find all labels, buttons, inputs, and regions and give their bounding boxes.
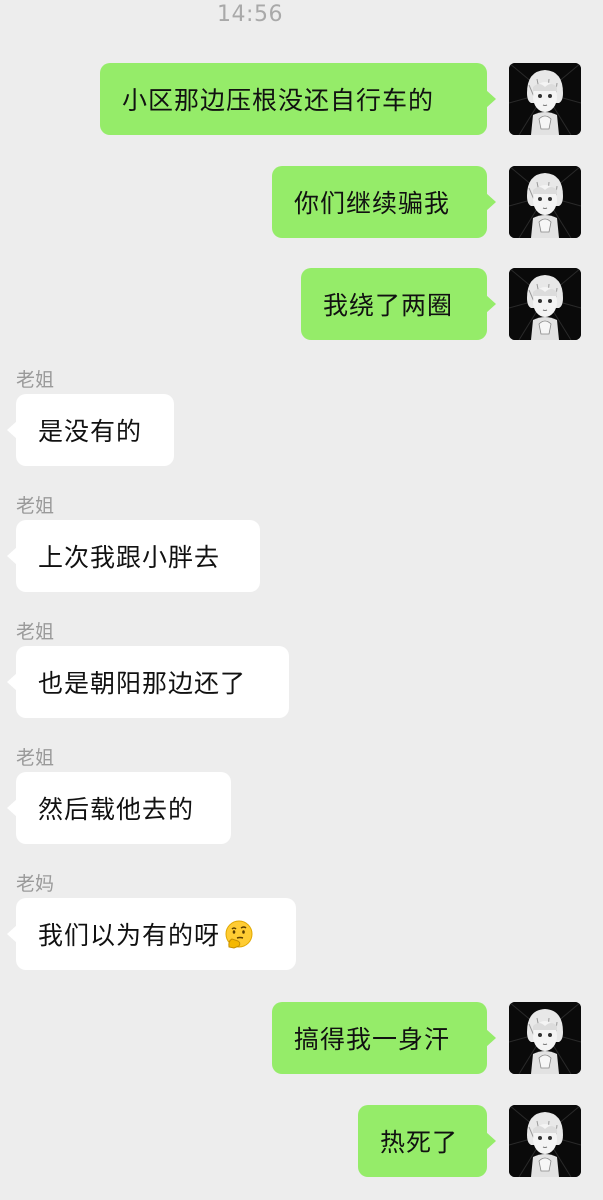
incoming-message-bubble[interactable]: 我们以为有的呀 — [7, 898, 296, 970]
outgoing-message-bubble[interactable]: 小区那边压根没还自行车的 — [100, 63, 496, 135]
sender-name: 老妈 — [16, 873, 55, 895]
incoming-message-bubble[interactable]: 然后载他去的 — [7, 772, 231, 844]
message-text: 然后载他去的 — [38, 795, 195, 824]
my-avatar[interactable] — [509, 268, 581, 340]
message-text: 热死了 — [380, 1128, 459, 1157]
message-text: 是没有的 — [38, 417, 143, 446]
my-avatar[interactable] — [509, 63, 581, 135]
message-text: 搞得我一身汗 — [294, 1025, 451, 1054]
incoming-message-bubble[interactable]: 上次我跟小胖去 — [7, 520, 260, 592]
manga-character-avatar-icon — [509, 1002, 581, 1074]
my-avatar[interactable] — [509, 166, 581, 238]
outgoing-message-bubble[interactable]: 热死了 — [358, 1105, 496, 1177]
outgoing-message-bubble[interactable]: 我绕了两圈 — [301, 268, 496, 340]
my-avatar[interactable] — [509, 1105, 581, 1177]
manga-character-avatar-icon — [509, 1105, 581, 1177]
message-text: 你们继续骗我 — [294, 189, 451, 218]
message-text: 上次我跟小胖去 — [38, 543, 221, 572]
manga-character-avatar-icon — [509, 166, 581, 238]
thinking-face-emoji-icon — [225, 920, 253, 949]
manga-character-avatar-icon — [509, 63, 581, 135]
message-text: 也是朝阳那边还了 — [38, 669, 247, 698]
message-text: 小区那边压根没还自行车的 — [122, 86, 435, 115]
sender-name: 老姐 — [16, 747, 55, 769]
outgoing-message-bubble[interactable]: 搞得我一身汗 — [272, 1002, 496, 1074]
sender-name: 老姐 — [16, 495, 55, 517]
incoming-message-bubble[interactable]: 也是朝阳那边还了 — [7, 646, 289, 718]
message-text: 我绕了两圈 — [323, 291, 454, 320]
incoming-message-bubble[interactable]: 是没有的 — [7, 394, 174, 466]
sender-name: 老姐 — [16, 369, 55, 391]
message-timestamp: 14:56 — [217, 2, 283, 27]
my-avatar[interactable] — [509, 1002, 581, 1074]
message-text: 我们以为有的呀 — [38, 921, 221, 950]
outgoing-message-bubble[interactable]: 你们继续骗我 — [272, 166, 496, 238]
sender-name: 老姐 — [16, 621, 55, 643]
manga-character-avatar-icon — [509, 268, 581, 340]
